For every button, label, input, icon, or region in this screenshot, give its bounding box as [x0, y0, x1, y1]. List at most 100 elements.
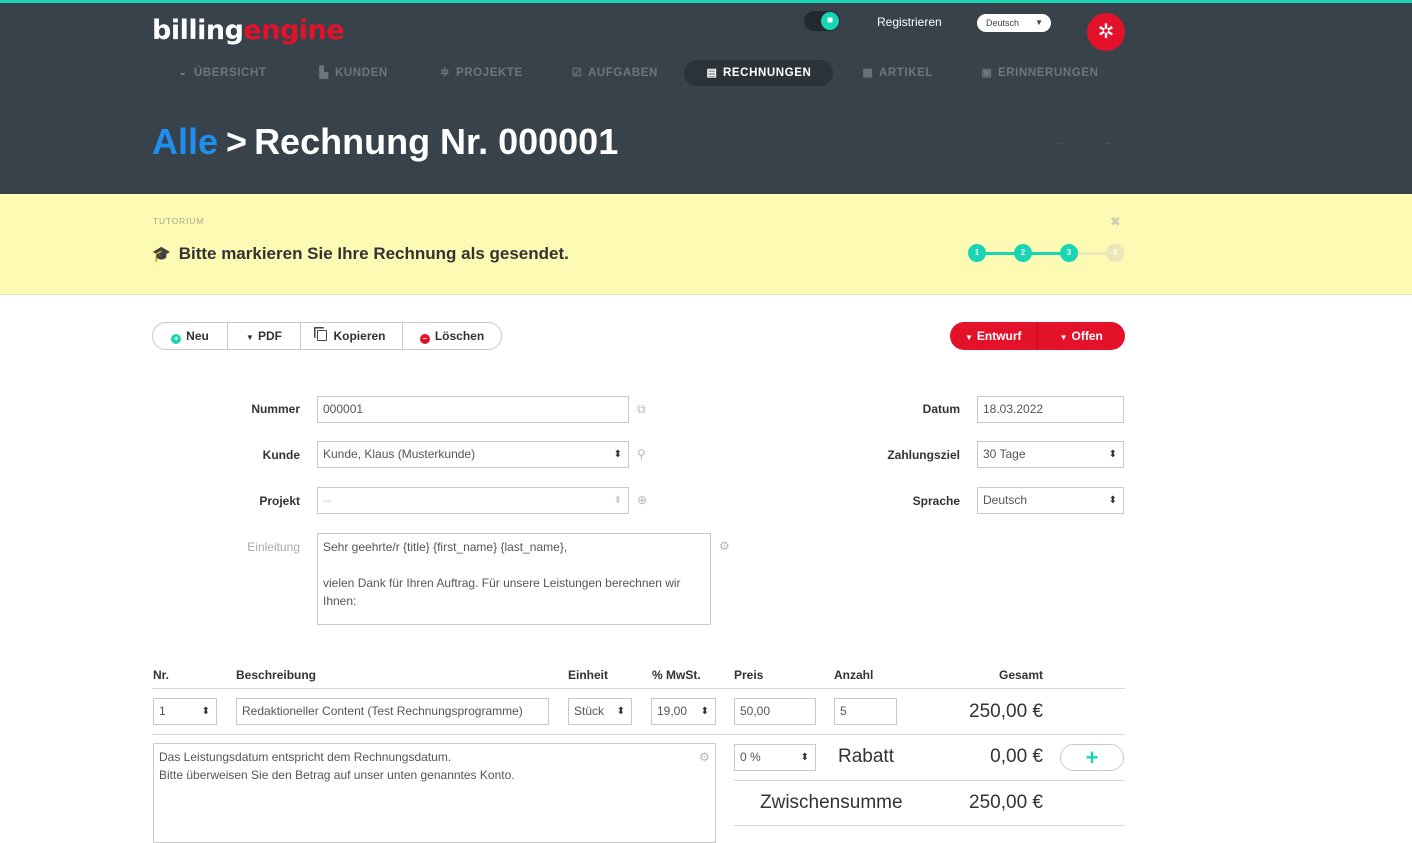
- row-quantity-input[interactable]: 5: [834, 698, 897, 725]
- invoice-icon: ▤: [706, 67, 718, 79]
- dashboard-icon: ◒: [179, 67, 187, 79]
- subtotal-divider: [734, 825, 1125, 826]
- payment-term-select[interactable]: 30 Tage ⬍: [977, 441, 1124, 468]
- footer-note-textarea[interactable]: Das Leistungsdatum entspricht dem Rechnu…: [153, 743, 716, 843]
- status-draft-button[interactable]: ▼ Entwurf: [950, 322, 1038, 350]
- nav-uebersicht[interactable]: ◒ ÜBERSICHT: [177, 60, 267, 86]
- lock-toggle[interactable]: ■: [804, 11, 840, 31]
- action-button-group: + Neu ▼ PDF Kopieren – Löschen: [152, 322, 502, 350]
- nav-kunden[interactable]: ▙ KUNDEN: [318, 60, 388, 86]
- tutorial-banner: TUTORIUM ✖ 🎓 Bitte markieren Sie Ihre Rec…: [0, 194, 1412, 295]
- page-title: Alle > Rechnung Nr. 000001: [152, 121, 619, 162]
- intro-settings-icon[interactable]: ⚙: [719, 539, 730, 553]
- gears-icon: ✲: [1097, 21, 1115, 43]
- add-project-icon[interactable]: ⊕: [637, 493, 647, 507]
- app-header: billingengine ■ Registrieren Deutsch ▼ ✲…: [0, 0, 1412, 194]
- discount-label: Rabatt: [838, 746, 894, 767]
- number-label: Nummer: [251, 402, 300, 416]
- customer-select[interactable]: Kunde, Klaus (Musterkunde) ⬍: [317, 441, 629, 468]
- project-select[interactable]: -- ⬍: [317, 487, 629, 514]
- table-header-divider: [152, 688, 1125, 689]
- date-field[interactable]: 18.03.2022: [977, 396, 1124, 423]
- col-header-nr: Nr.: [153, 668, 170, 682]
- row-position-select[interactable]: 1 ⬍: [153, 698, 217, 725]
- customers-icon: ▙: [319, 67, 329, 79]
- language-select[interactable]: Deutsch ▼: [977, 14, 1051, 32]
- copy-icon: [317, 330, 328, 341]
- settings-gears-button[interactable]: ✲: [1087, 13, 1125, 51]
- select-arrows-icon: ⬍: [613, 495, 622, 506]
- number-field[interactable]: 000001: [317, 396, 629, 423]
- tutorial-step-2[interactable]: 2: [1014, 244, 1032, 262]
- calendar-icon: ▣: [981, 67, 993, 79]
- row-description-input[interactable]: Redaktioneller Content (Test Rechnungspr…: [236, 698, 549, 725]
- nav-aufgaben[interactable]: ☑ AUFGABEN: [571, 60, 658, 86]
- date-label: Datum: [922, 402, 960, 416]
- close-icon[interactable]: ✖: [1110, 214, 1121, 230]
- status-button-group: ▼ Entwurf ▼ Offen: [950, 322, 1125, 350]
- tutorial-step-1[interactable]: 1: [968, 244, 986, 262]
- invoice-language-select[interactable]: Deutsch ⬍: [977, 487, 1124, 514]
- col-header-total: Gesamt: [999, 668, 1044, 682]
- nav-artikel[interactable]: ▦ ARTIKEL: [862, 60, 933, 86]
- arrow-right-icon[interactable]: →: [1099, 133, 1113, 149]
- caret-down-icon: ▼: [246, 333, 254, 342]
- intro-textarea[interactable]: Sehr geehrte/r {title} {first_name} {las…: [317, 533, 711, 625]
- col-header-vat: % MwSt.: [652, 668, 701, 682]
- intro-label: Einleitung: [247, 540, 300, 554]
- pdf-button[interactable]: ▼ PDF: [228, 323, 301, 349]
- graduation-cap-icon: 🎓: [152, 246, 171, 263]
- subtotal-value: 250,00 €: [969, 792, 1043, 813]
- new-button[interactable]: + Neu: [153, 323, 228, 349]
- discount-select[interactable]: 0 % ⬍: [734, 744, 816, 771]
- caret-down-icon: ▼: [1035, 18, 1043, 27]
- add-row-button[interactable]: +: [1060, 744, 1124, 771]
- checkbox-icon: ☑: [571, 67, 583, 79]
- row-vat-select[interactable]: 19,00 ⬍: [651, 698, 716, 725]
- nav-projekte[interactable]: ✲ PROJEKTE: [439, 60, 523, 86]
- tutorial-step-3[interactable]: 3: [1060, 244, 1078, 262]
- minus-circle-icon: –: [419, 334, 430, 344]
- select-arrows-icon: ⬍: [616, 706, 625, 717]
- col-header-unit: Einheit: [568, 668, 609, 682]
- gear-icon: ✲: [440, 67, 450, 79]
- select-arrows-icon: ⬍: [613, 449, 622, 460]
- breadcrumb-all[interactable]: Alle: [152, 121, 218, 162]
- nav-rechnungen[interactable]: ▤ RECHNUNGEN: [684, 60, 834, 86]
- lock-icon: ■: [821, 12, 839, 30]
- tutorial-steps: 1 2 3 4: [968, 244, 1124, 262]
- tutorial-text: 🎓 Bitte markieren Sie Ihre Rechnung als g…: [152, 244, 569, 263]
- col-header-quantity: Anzahl: [834, 668, 874, 682]
- copy-number-icon[interactable]: ⧉: [637, 402, 646, 417]
- arrow-left-icon[interactable]: ←: [1054, 133, 1068, 149]
- select-arrows-icon: ⬍: [201, 706, 210, 717]
- discount-value: 0,00 €: [990, 746, 1043, 767]
- status-open-button[interactable]: ▼ Offen: [1038, 322, 1126, 350]
- copy-button[interactable]: Kopieren: [301, 323, 403, 349]
- row-total: 250,00 €: [969, 701, 1043, 722]
- col-header-description: Beschreibung: [236, 668, 317, 682]
- project-label: Projekt: [259, 494, 300, 508]
- register-link[interactable]: Registrieren: [877, 15, 942, 29]
- article-icon: ▦: [862, 67, 874, 79]
- tutorial-label: TUTORIUM: [153, 216, 205, 226]
- select-arrows-icon: ⬍: [1108, 449, 1117, 460]
- plus-circle-icon: +: [171, 334, 182, 344]
- select-arrows-icon: ⬍: [800, 752, 809, 763]
- row-price-input[interactable]: 50,00: [734, 698, 816, 725]
- caret-down-icon: ▼: [964, 333, 973, 342]
- select-arrows-icon: ⬍: [700, 706, 709, 717]
- note-settings-icon[interactable]: ⚙: [699, 750, 710, 764]
- delete-button[interactable]: – Löschen: [403, 323, 501, 349]
- row-unit-select[interactable]: Stück ⬍: [568, 698, 632, 725]
- search-icon[interactable]: ⚲: [637, 447, 646, 461]
- logo[interactable]: billingengine: [152, 15, 345, 46]
- nav-erinnerungen[interactable]: ▣ ERINNERUNGEN: [981, 60, 1099, 86]
- chevron-right-icon: >: [226, 121, 248, 162]
- tutorial-step-4[interactable]: 4: [1106, 244, 1124, 262]
- caret-down-icon: ▼: [1059, 333, 1068, 342]
- discount-divider: [734, 780, 1125, 781]
- col-header-price: Preis: [734, 668, 764, 682]
- select-arrows-icon: ⬍: [1108, 495, 1117, 506]
- plus-icon: +: [1085, 745, 1099, 770]
